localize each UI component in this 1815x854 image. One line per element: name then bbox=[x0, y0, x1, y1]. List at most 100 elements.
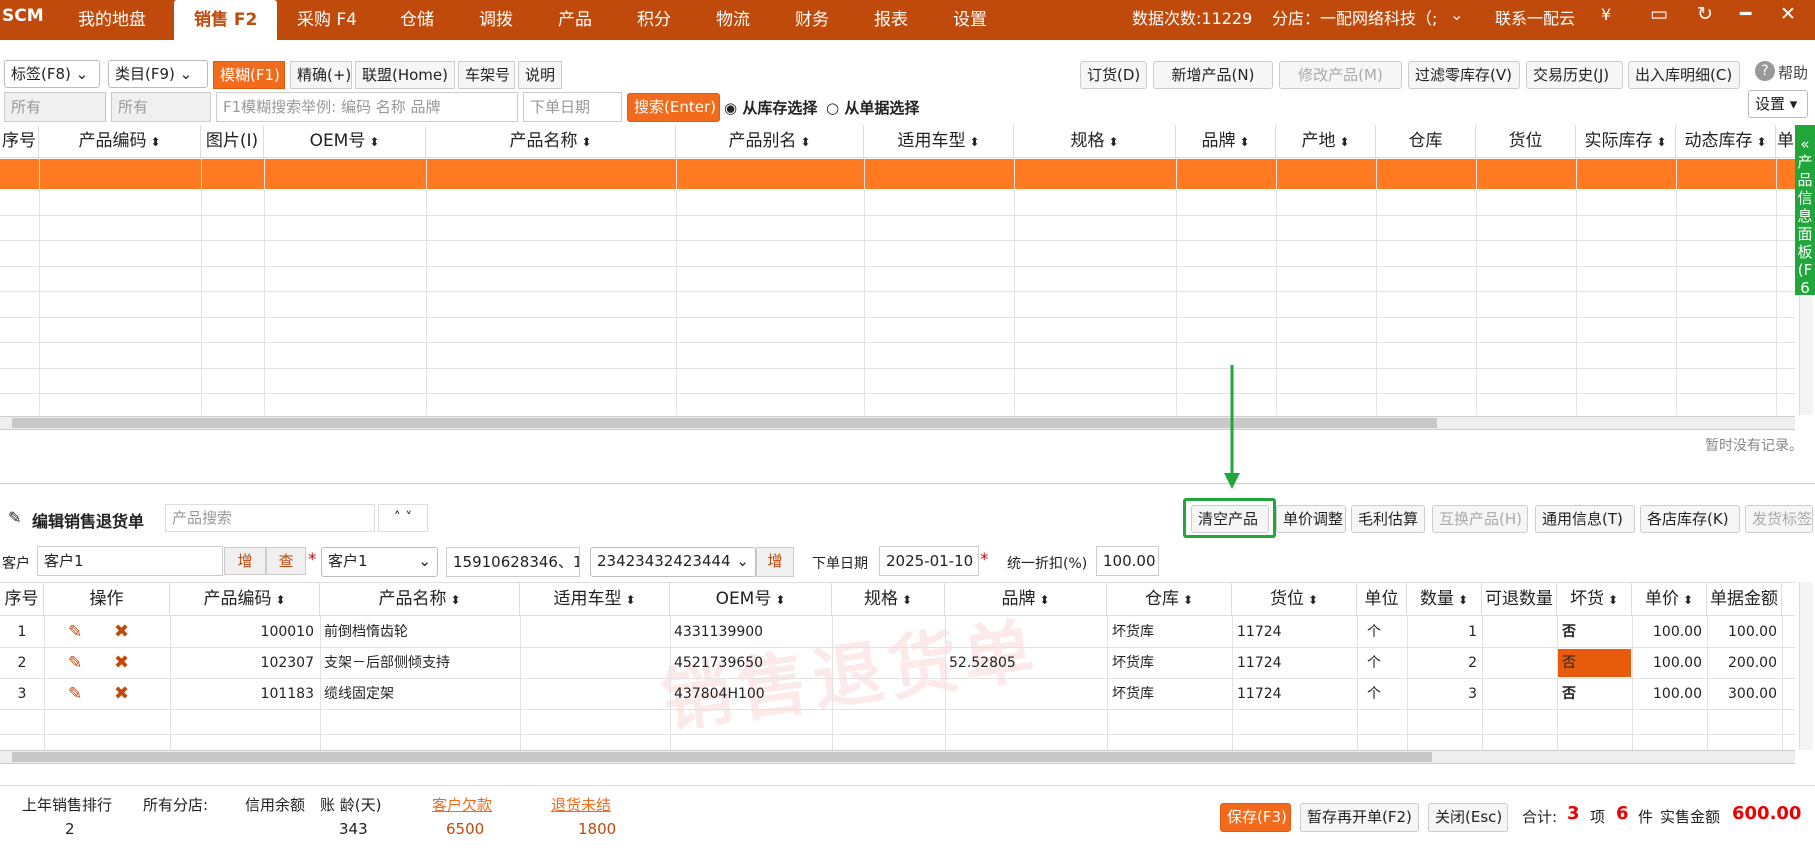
col-brand[interactable]: 品牌 ⬍ bbox=[1176, 125, 1276, 157]
category-select[interactable]: 类目(F9) ⌄ bbox=[108, 60, 208, 88]
col-origin[interactable]: 产地 ⬍ bbox=[1276, 125, 1376, 157]
chevron-down-icon[interactable]: ⌄ bbox=[1450, 5, 1463, 24]
customer-check-button[interactable]: 查 bbox=[266, 547, 306, 575]
col-image[interactable]: 图片(I) bbox=[201, 125, 264, 157]
tag-select[interactable]: 标签(F8) ⌄ bbox=[4, 60, 100, 88]
trade-history-button[interactable]: 交易历史(J) bbox=[1526, 61, 1623, 89]
bcol-bad[interactable]: 坏货 ⬍ bbox=[1557, 583, 1632, 615]
frame-no-button[interactable]: 车架号 bbox=[458, 61, 515, 89]
col-unit[interactable]: 单 bbox=[1776, 125, 1795, 157]
bottom-grid-vscroll[interactable] bbox=[1799, 582, 1813, 750]
help-link[interactable]: 帮助 bbox=[1778, 62, 1808, 83]
gross-estimate-button[interactable]: 毛利估算 bbox=[1351, 505, 1425, 533]
customer-debt-link[interactable]: 客户欠款 bbox=[432, 794, 492, 815]
refresh-icon[interactable]: ↻ bbox=[1697, 3, 1713, 25]
radio-from-stock[interactable]: ◉ 从库存选择 bbox=[724, 97, 817, 118]
product-info-panel-tab[interactable]: « 产品信息面板(F6 bbox=[1795, 125, 1815, 297]
nav-points[interactable]: 积分 bbox=[637, 5, 671, 30]
bcol-location[interactable]: 货位 ⬍ bbox=[1232, 583, 1357, 615]
filter-all-input-2[interactable]: 所有 bbox=[111, 92, 211, 122]
bcol-model[interactable]: 适用车型 ⬍ bbox=[520, 583, 670, 615]
settings-select[interactable]: 设置 ▾ bbox=[1748, 90, 1808, 118]
nav-purchase[interactable]: 采购 F4 bbox=[297, 5, 357, 30]
filter-zero-stock-button[interactable]: 过滤零库存(V) bbox=[1408, 61, 1520, 89]
bcol-amount[interactable]: 单据金额 bbox=[1707, 583, 1782, 615]
order-button[interactable]: 订货(D) bbox=[1080, 61, 1147, 89]
bcol-qty[interactable]: 数量 ⬍ bbox=[1407, 583, 1482, 615]
save-and-new-button[interactable]: 暂存再开单(F2) bbox=[1300, 803, 1419, 832]
bcol-price[interactable]: 单价 ⬍ bbox=[1632, 583, 1707, 615]
customer-input[interactable]: 客户1 bbox=[37, 546, 223, 576]
col-dynamic-stock[interactable]: 动态库存 ⬍ bbox=[1676, 125, 1776, 157]
bottom-grid-hscroll[interactable] bbox=[0, 750, 1795, 764]
edit-row-icon[interactable]: ✎ bbox=[68, 648, 82, 678]
store-stock-button[interactable]: 各店库存(K) bbox=[1640, 505, 1740, 533]
nav-logistics[interactable]: 物流 bbox=[716, 5, 750, 30]
inout-detail-button[interactable]: 出入库明细(C) bbox=[1628, 61, 1740, 89]
bcol-seq[interactable]: 序号 bbox=[0, 583, 44, 615]
discount-input[interactable]: 100.00 bbox=[1096, 546, 1159, 576]
customer-select[interactable]: 客户1 ⌄ bbox=[321, 547, 438, 577]
nav-sales[interactable]: 销售 F2 bbox=[174, 0, 278, 40]
clear-products-button[interactable]: 清空产品 bbox=[1191, 505, 1269, 533]
close-button[interactable]: 关闭(Esc) bbox=[1428, 803, 1508, 832]
edit-row-icon[interactable]: ✎ bbox=[68, 617, 82, 647]
order-date-field[interactable]: 2025-01-10 bbox=[879, 546, 979, 576]
explain-button[interactable]: 说明 bbox=[518, 61, 562, 89]
save-button[interactable]: 保存(F3) bbox=[1220, 803, 1291, 832]
product-search-input[interactable]: 产品搜索 bbox=[165, 504, 375, 532]
account-add-button[interactable]: 增 bbox=[756, 547, 794, 577]
bad-goods-cell-active[interactable]: 否 bbox=[1558, 649, 1631, 677]
col-spec[interactable]: 规格 ⬍ bbox=[1014, 125, 1176, 157]
nav-settings[interactable]: 设置 bbox=[953, 5, 987, 30]
sort-updown-control[interactable]: ˄ ˅ bbox=[378, 504, 428, 532]
nav-finance[interactable]: 财务 bbox=[795, 5, 829, 30]
bcol-name[interactable]: 产品名称 ⬍ bbox=[320, 583, 520, 615]
customer-add-button[interactable]: 增 bbox=[224, 547, 266, 575]
col-location[interactable]: 货位 bbox=[1476, 125, 1576, 157]
bcol-unit[interactable]: 单位 bbox=[1357, 583, 1407, 615]
filter-all-input-1[interactable]: 所有 bbox=[4, 92, 106, 122]
help-icon[interactable]: ? bbox=[1755, 61, 1775, 81]
minimize-icon[interactable]: ━ bbox=[1740, 3, 1751, 25]
delete-row-icon[interactable]: ✖ bbox=[114, 617, 129, 647]
edit-product-button[interactable]: 修改产品(M) bbox=[1279, 61, 1402, 89]
price-adjust-button[interactable]: 单价调整 bbox=[1276, 505, 1346, 533]
col-oem[interactable]: OEM号 ⬍ bbox=[264, 125, 426, 157]
unsettled-return-link[interactable]: 退货未结 bbox=[551, 794, 611, 815]
nav-storage[interactable]: 仓储 bbox=[400, 5, 434, 30]
exact-button[interactable]: 精确(+) bbox=[290, 61, 352, 89]
col-actual-stock[interactable]: 实际库存 ⬍ bbox=[1576, 125, 1676, 157]
bcol-ops[interactable]: 操作 bbox=[44, 583, 170, 615]
radio-from-bill[interactable]: ○ 从单据选择 bbox=[826, 97, 919, 118]
ship-tag-button[interactable]: 发货标签 bbox=[1745, 505, 1813, 533]
bcol-oem[interactable]: OEM号 ⬍ bbox=[670, 583, 832, 615]
col-name[interactable]: 产品名称 ⬍ bbox=[426, 125, 676, 157]
phone-input[interactable]: 15910628346、1 bbox=[446, 547, 580, 577]
col-code[interactable]: 产品编码 ⬍ bbox=[39, 125, 201, 157]
delete-row-icon[interactable]: ✖ bbox=[114, 648, 129, 678]
col-alias[interactable]: 产品别名 ⬍ bbox=[676, 125, 864, 157]
account-select[interactable]: 23423432423444 ⌄ bbox=[590, 547, 756, 577]
message-icon[interactable]: ▭ bbox=[1650, 3, 1668, 25]
delete-row-icon[interactable]: ✖ bbox=[114, 679, 129, 709]
col-model[interactable]: 适用车型 ⬍ bbox=[864, 125, 1014, 157]
edit-row-icon[interactable]: ✎ bbox=[68, 679, 82, 709]
nav-product[interactable]: 产品 bbox=[558, 5, 592, 30]
close-icon[interactable]: ✕ bbox=[1780, 3, 1796, 25]
col-seq[interactable]: 序号 bbox=[0, 125, 39, 157]
top-grid-hscroll[interactable] bbox=[0, 416, 1795, 430]
add-product-button[interactable]: 新增产品(N) bbox=[1153, 61, 1273, 89]
nav-my-dashboard[interactable]: 我的地盘 bbox=[78, 5, 146, 30]
bcol-returnable[interactable]: 可退数量 bbox=[1482, 583, 1557, 615]
selected-row[interactable] bbox=[0, 159, 1795, 189]
contact-link[interactable]: 联系一配云 bbox=[1495, 5, 1575, 29]
col-warehouse[interactable]: 仓库 bbox=[1376, 125, 1476, 157]
alliance-button[interactable]: 联盟(Home) bbox=[355, 61, 455, 89]
search-button[interactable]: 搜索(Enter) bbox=[627, 93, 720, 122]
fuzzy-search-input[interactable]: F1模糊搜索举例: 编码 名称 品牌 bbox=[216, 92, 518, 122]
fuzzy-button[interactable]: 模糊(F1) bbox=[213, 61, 285, 89]
bcol-warehouse[interactable]: 仓库 ⬍ bbox=[1107, 583, 1232, 615]
order-date-input[interactable]: 下单日期 bbox=[523, 92, 622, 122]
branch-label[interactable]: 分店：一配网络科技（; bbox=[1272, 5, 1437, 29]
